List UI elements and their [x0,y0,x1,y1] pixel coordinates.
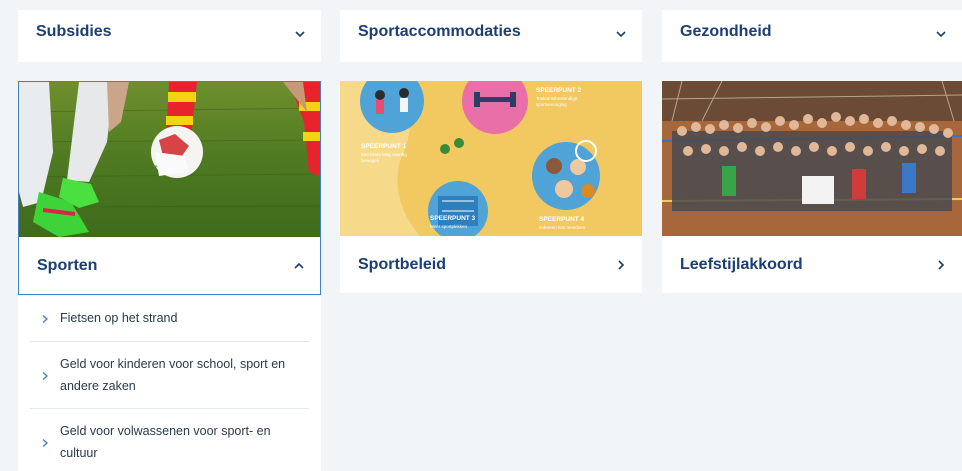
card-title: Gezondheid [680,23,772,40]
sporten-links-list: Fietsen op het strand Geld voor kinderen… [18,296,321,471]
list-item[interactable]: Fietsen op het strand [30,296,309,342]
list-item-label: Geld voor volwassenen voor sport- en cul… [60,424,271,460]
chevron-up-icon [294,262,304,269]
chevron-right-icon [42,315,48,323]
soccer-players-photo [19,82,320,237]
chevron-right-icon [42,372,48,380]
speerpunt-3-label: SPEERPUNT 3 [430,215,476,222]
card-sporten[interactable]: Sporten [18,81,321,295]
card-title: Subsidies [36,23,112,40]
card-title: Sporten [37,257,98,274]
chevron-right-icon [618,260,625,270]
card-sportbeleid[interactable]: SPEERPUNT 2 Toekomstbestendige sportvere… [340,81,642,293]
group-photo-in-gym [662,81,962,236]
card-subsidies[interactable]: Subsidies [18,10,321,62]
list-item[interactable]: Geld voor volwassenen voor sport- en cul… [30,409,309,471]
card-sportaccommodaties[interactable]: Sportaccommodaties [340,10,642,62]
chevron-down-icon [295,31,305,38]
list-item[interactable]: Geld voor kinderen voor school, sport en… [30,342,309,409]
speerpunt-1-caption: Een leven lang vaardig bewegen [361,152,407,163]
chevron-down-icon [936,31,946,38]
speerpunt-2-label: SPEERPUNT 2 [536,87,582,94]
speerpunt-4-label: SPEERPUNT 4 [539,216,585,223]
chevron-down-icon [616,31,626,38]
chevron-right-icon [42,439,48,447]
card-title: Leefstijlakkoord [680,256,803,273]
speerpunt-2-caption: Toekomstbestendige sportvereniging [536,96,578,107]
card-title: Sportaccommodaties [358,23,521,40]
card-gezondheid[interactable]: Gezondheid [662,10,962,62]
speerpunt-4-caption: Iedereen kan meedoen [539,225,586,230]
speerpunt-1-label: SPEERPUNT 1 [361,143,407,150]
card-title: Sportbeleid [358,256,447,273]
chevron-right-icon [938,260,945,270]
list-item-label: Geld voor kinderen voor school, sport en… [60,357,286,393]
sport-policy-illustration: SPEERPUNT 2 Toekomstbestendige sportvere… [340,81,642,236]
list-item-label: Fietsen op het strand [60,311,178,325]
speerpunt-3-caption: Meer sportplekken [430,224,468,229]
card-leefstijlakkoord[interactable]: Leefstijlakkoord [662,81,962,293]
